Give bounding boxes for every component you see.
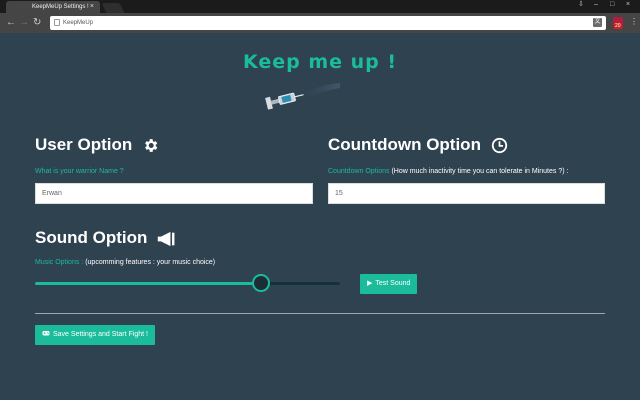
music-options-label-rest: (upcomming features : your music choice): [85, 259, 216, 266]
warrior-name-input[interactable]: Erwan: [35, 183, 313, 204]
countdown-label: Countdown Options (How much inactivity t…: [328, 168, 568, 175]
gamepad-icon: [42, 331, 50, 336]
minimize-icon[interactable]: –: [594, 0, 598, 10]
countdown-label-rest: (How much inactivity time you can tolera…: [391, 168, 569, 175]
countdown-option-title: Countdown Option: [328, 135, 481, 154]
back-icon[interactable]: ←: [6, 17, 16, 29]
page-info-icon[interactable]: [54, 19, 60, 26]
profile-icon[interactable]: ⇩: [578, 0, 584, 10]
extension-icon[interactable]: 20: [613, 17, 623, 29]
forward-icon[interactable]: →: [19, 17, 29, 29]
browser-menu-icon[interactable]: ⋮: [630, 18, 638, 26]
countdown-label-accent: Countdown Options: [328, 168, 390, 175]
music-options-label-accent: Music Options :: [35, 259, 84, 266]
save-settings-button[interactable]: Save Settings and Start Fight !: [35, 325, 155, 345]
save-settings-label: Save Settings and Start Fight !: [53, 331, 148, 338]
user-option-heading: User Option: [35, 135, 159, 155]
address-bar[interactable]: KeepMeUp 文: [50, 16, 606, 30]
settings-page: Keep me up ! User Option What is your wa…: [0, 33, 640, 400]
reload-icon[interactable]: ↻: [33, 17, 41, 29]
user-option-title: User Option: [35, 135, 133, 154]
test-sound-button[interactable]: ▶ Test Sound: [360, 274, 418, 294]
sound-option-heading: Sound Option: [35, 228, 176, 248]
address-url[interactable]: KeepMeUp: [63, 16, 93, 30]
browser-tab[interactable]: KeepMeUp Settings ! ×: [6, 1, 100, 13]
warrior-name-label: What is your warrior Name ?: [35, 168, 124, 175]
countdown-minutes-input[interactable]: 15: [328, 183, 605, 204]
play-icon: ▶: [367, 280, 373, 287]
page-title: Keep me up !: [242, 51, 398, 73]
bullhorn-icon: [157, 231, 175, 246]
tab-close-icon[interactable]: ×: [90, 1, 94, 13]
sound-option-title: Sound Option: [35, 228, 148, 247]
gear-icon: [145, 139, 158, 152]
clock-icon: [491, 137, 507, 154]
extension-badge: 20: [614, 23, 622, 29]
browser-toolbar: ← → ↻ KeepMeUp 文 20 ⋮: [0, 13, 640, 33]
translate-icon[interactable]: 文: [593, 18, 602, 27]
syringe-logo-icon: [265, 83, 340, 110]
test-sound-label: Test Sound: [375, 280, 411, 287]
music-options-label: Music Options : (upcomming features : yo…: [35, 259, 215, 266]
countdown-option-heading: Countdown Option: [328, 135, 508, 155]
window-close-icon[interactable]: ×: [626, 0, 630, 10]
volume-slider[interactable]: [35, 274, 340, 292]
divider: [35, 313, 605, 314]
volume-slider-thumb[interactable]: [251, 274, 270, 292]
maximize-icon[interactable]: □: [610, 0, 614, 10]
tab-title: KeepMeUp Settings !: [32, 4, 89, 10]
new-tab-button[interactable]: [101, 3, 125, 13]
browser-tab-bar: KeepMeUp Settings ! × ⇩ – □ ×: [0, 0, 640, 13]
volume-slider-fill: [35, 282, 261, 285]
